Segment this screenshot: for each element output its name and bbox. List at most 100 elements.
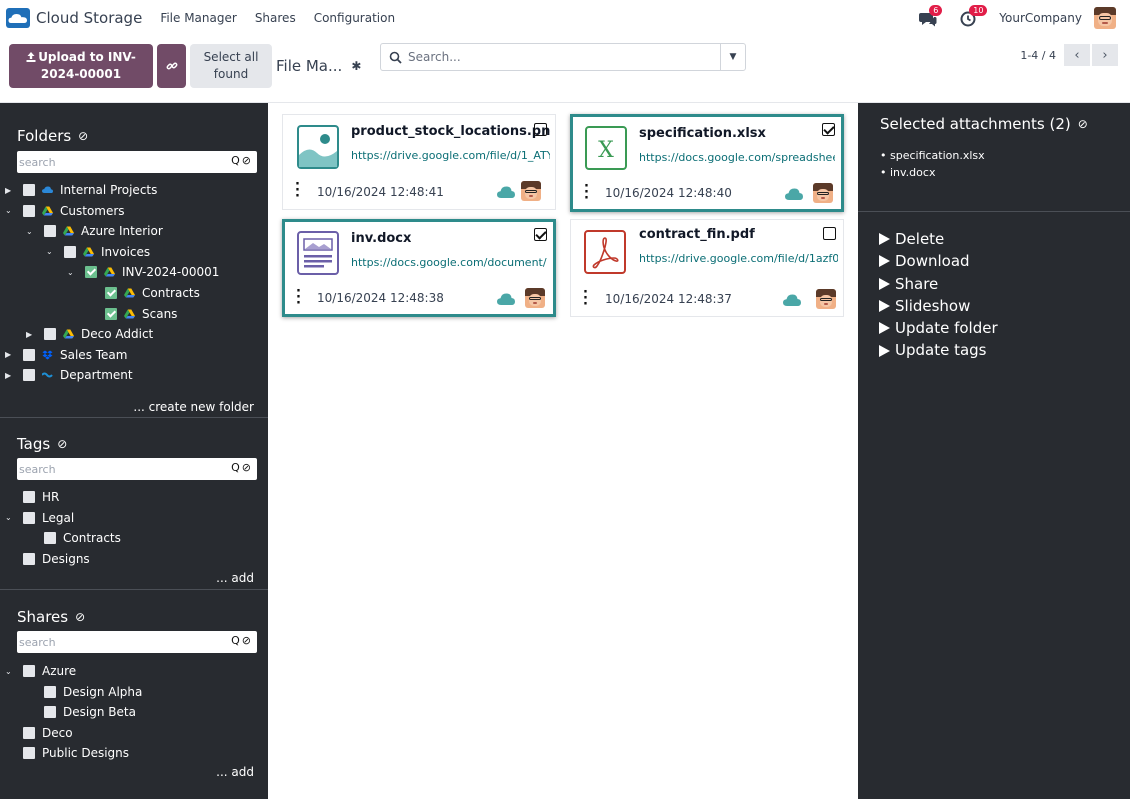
caret-right-icon[interactable]: ▶ xyxy=(26,330,32,339)
messages-button[interactable]: 6 xyxy=(919,4,943,28)
tag-item[interactable]: ⌄ Legal xyxy=(5,508,74,528)
caret-down-icon[interactable]: ⌄ xyxy=(46,247,53,256)
share-item[interactable]: Deco xyxy=(23,723,73,743)
user-avatar[interactable] xyxy=(1094,6,1116,29)
update-folder-action[interactable]: Update folder xyxy=(879,317,998,339)
pager-value[interactable]: 1-4 / 4 xyxy=(1020,49,1056,62)
caret-down-icon[interactable]: ⌄ xyxy=(5,667,12,676)
tag-item[interactable]: Designs xyxy=(23,549,90,569)
kebab-menu-icon[interactable]: · · · xyxy=(584,180,589,205)
attachment-card[interactable]: inv.docx https://docs.google.com/documen… xyxy=(282,219,556,317)
ban-icon[interactable]: ⊘ xyxy=(78,129,88,143)
attachment-name[interactable]: product_stock_locations.png xyxy=(351,124,551,139)
attachment-name[interactable]: inv.docx xyxy=(351,231,411,246)
tree-checkbox[interactable] xyxy=(64,245,76,258)
folder-item[interactable]: ▶ Deco Addict xyxy=(26,324,153,344)
share-item[interactable]: ⌄ Azure xyxy=(5,661,76,681)
tree-checkbox[interactable] xyxy=(23,184,35,196)
tree-checkbox[interactable] xyxy=(23,726,35,739)
attachment-name[interactable]: contract_fin.pdf xyxy=(639,227,755,242)
caret-down-icon[interactable]: ⌄ xyxy=(5,206,12,215)
tree-checkbox[interactable] xyxy=(44,328,56,341)
folder-item[interactable]: ▶ Department xyxy=(5,365,133,385)
menu-shares[interactable]: Shares xyxy=(255,11,296,25)
share-item[interactable]: Public Designs xyxy=(23,743,129,763)
folder-item[interactable]: ▶ Internal Projects xyxy=(5,180,157,200)
tag-item[interactable]: HR xyxy=(23,487,59,507)
tree-checkbox[interactable] xyxy=(85,266,97,279)
caret-down-icon[interactable]: ⌄ xyxy=(67,268,74,277)
upload-button[interactable]: Upload to INV-2024-00001 xyxy=(9,44,153,88)
tree-checkbox[interactable] xyxy=(23,665,35,677)
kebab-menu-icon[interactable]: · · · xyxy=(295,178,300,203)
app-brand[interactable]: Cloud Storage xyxy=(6,7,142,28)
download-action[interactable]: Download xyxy=(879,250,998,272)
search-clear-icon[interactable]: Q⊘ xyxy=(231,634,253,647)
add-share-link[interactable]: ... add xyxy=(216,765,254,779)
share-item[interactable]: Design Alpha xyxy=(44,682,142,702)
folder-item[interactable]: ⌄ INV-2024-00001 xyxy=(67,262,219,282)
tree-checkbox[interactable] xyxy=(23,369,35,382)
folder-item[interactable]: Contracts xyxy=(105,283,200,303)
caret-right-icon[interactable]: ▶ xyxy=(5,186,11,195)
attachment-checkbox[interactable] xyxy=(822,123,835,136)
folder-item[interactable]: Scans xyxy=(105,304,177,324)
ban-icon[interactable]: ⊘ xyxy=(1078,117,1088,131)
attachment-url[interactable]: https://docs.google.com/spreadsheet xyxy=(639,151,835,164)
tree-checkbox[interactable] xyxy=(44,225,56,238)
tree-checkbox[interactable] xyxy=(23,348,35,361)
attachment-url[interactable]: https://docs.google.com/document/d_ xyxy=(351,256,547,269)
attachment-name[interactable]: specification.xlsx xyxy=(639,126,766,141)
attachment-card[interactable]: contract_fin.pdf https://drive.google.co… xyxy=(570,219,844,317)
share-item[interactable]: Design Beta xyxy=(44,702,136,722)
folder-item[interactable]: ⌄ Invoices xyxy=(46,242,150,262)
folders-search-input[interactable] xyxy=(17,155,217,169)
folder-item[interactable]: ▶ Sales Team xyxy=(5,345,127,365)
slideshow-action[interactable]: Slideshow xyxy=(879,295,998,317)
caret-right-icon[interactable]: ▶ xyxy=(5,371,11,380)
caret-down-icon[interactable]: ⌄ xyxy=(5,513,12,522)
pager-previous-button[interactable]: ‹ xyxy=(1064,44,1090,66)
ban-icon[interactable]: ⊘ xyxy=(75,610,85,624)
delete-action[interactable]: Delete xyxy=(879,228,998,250)
tree-checkbox[interactable] xyxy=(23,204,35,217)
update-tags-action[interactable]: Update tags xyxy=(879,339,998,361)
gear-icon[interactable]: ✱ xyxy=(351,59,361,73)
tree-checkbox[interactable] xyxy=(44,706,56,719)
add-link-button[interactable] xyxy=(157,44,186,88)
ban-icon[interactable]: ⊘ xyxy=(57,437,67,451)
tree-checkbox[interactable] xyxy=(23,511,35,524)
attachment-checkbox[interactable] xyxy=(534,228,547,241)
tree-checkbox[interactable] xyxy=(105,287,117,299)
attachment-card[interactable]: product_stock_locations.png https://driv… xyxy=(282,114,556,210)
kebab-menu-icon[interactable]: · · · xyxy=(296,285,301,310)
search-clear-icon[interactable]: Q⊘ xyxy=(231,461,253,474)
shares-search-input[interactable] xyxy=(17,635,217,649)
menu-configuration[interactable]: Configuration xyxy=(314,11,395,25)
attachment-url[interactable]: https://drive.google.com/file/d/1azf0( xyxy=(639,252,838,265)
tree-checkbox[interactable] xyxy=(23,491,35,503)
pager-next-button[interactable]: › xyxy=(1092,44,1118,66)
select-all-button[interactable]: Select all found xyxy=(190,44,272,88)
attachment-checkbox[interactable] xyxy=(823,227,836,240)
menu-file-manager[interactable]: File Manager xyxy=(160,11,237,25)
search-options-toggle[interactable]: ▼ xyxy=(720,44,745,70)
attachment-card[interactable]: X specification.xlsx https://docs.google… xyxy=(570,114,844,212)
share-action[interactable]: Share xyxy=(879,273,998,295)
tree-checkbox[interactable] xyxy=(105,307,117,320)
company-switcher[interactable]: YourCompany xyxy=(999,11,1082,25)
tree-checkbox[interactable] xyxy=(44,532,56,545)
tree-checkbox[interactable] xyxy=(23,747,35,760)
caret-right-icon[interactable]: ▶ xyxy=(5,350,11,359)
attachment-checkbox[interactable] xyxy=(534,123,547,136)
search-clear-icon[interactable]: Q⊘ xyxy=(231,154,253,167)
add-tag-link[interactable]: ... add xyxy=(216,571,254,585)
caret-down-icon[interactable]: ⌄ xyxy=(26,227,33,236)
tree-checkbox[interactable] xyxy=(23,552,35,565)
tags-search-input[interactable] xyxy=(17,462,217,476)
kebab-menu-icon[interactable]: · · · xyxy=(583,286,588,311)
attachment-url[interactable]: https://drive.google.com/file/d/1_ATY xyxy=(351,149,550,162)
create-folder-link[interactable]: ... create new folder xyxy=(133,400,254,414)
folder-item[interactable]: ⌄ Customers xyxy=(5,201,125,221)
folder-item[interactable]: ⌄ Azure Interior xyxy=(26,221,163,241)
